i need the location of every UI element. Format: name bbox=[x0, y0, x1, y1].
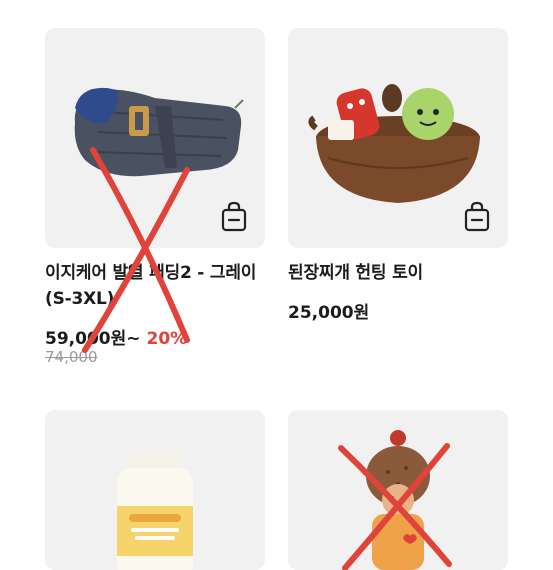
price-value: 59,000원~ bbox=[45, 329, 141, 349]
product-image-padding-jacket[interactable] bbox=[45, 28, 265, 248]
supplement-bottle-image bbox=[117, 452, 193, 570]
product-image-character-toy[interactable] bbox=[288, 410, 508, 570]
product-price: 59,000원~ 20% bbox=[45, 324, 187, 349]
product-title[interactable]: 된장찌개 헌팅 토이 bbox=[288, 260, 508, 286]
product-title[interactable]: 이지케어 발열 패딩2 - 그레이(S-3XL) bbox=[45, 260, 265, 312]
discount-rate: 20% bbox=[146, 329, 188, 349]
add-to-cart-button[interactable] bbox=[460, 200, 494, 234]
product-price: 25,000원 bbox=[288, 303, 370, 323]
product-image-doenjang-toy[interactable] bbox=[288, 28, 508, 248]
shopping-bag-icon bbox=[221, 201, 247, 232]
add-to-cart-button[interactable] bbox=[217, 200, 251, 234]
original-price: 74,000 bbox=[45, 348, 98, 366]
shopping-bag-icon bbox=[464, 201, 490, 232]
product-image-supplement[interactable] bbox=[45, 410, 265, 570]
character-toy-image bbox=[366, 430, 430, 570]
